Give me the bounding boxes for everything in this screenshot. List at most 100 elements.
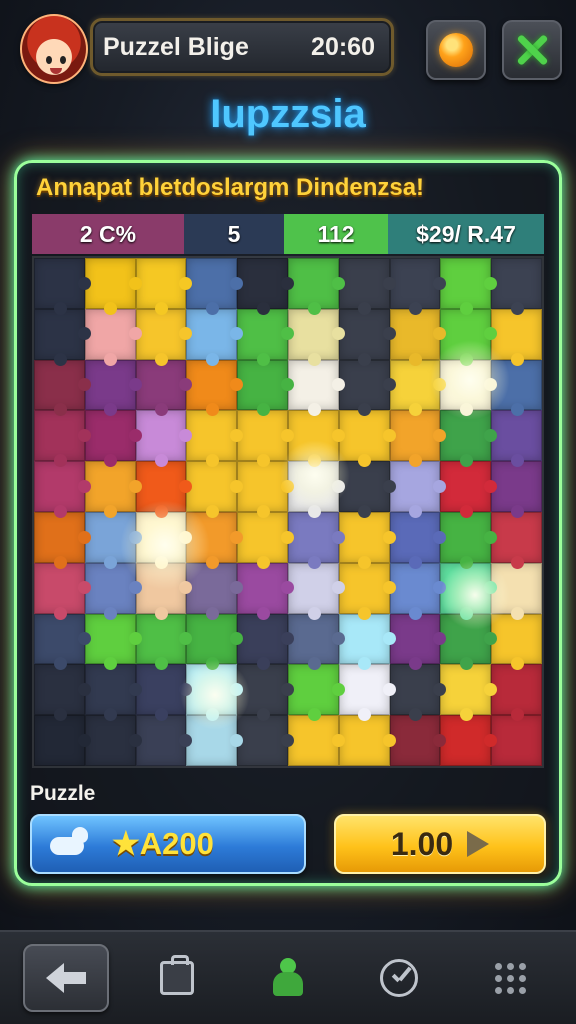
puzzle-piece[interactable]	[491, 562, 542, 620]
puzzle-piece[interactable]	[84, 664, 142, 721]
puzzle-piece[interactable]	[186, 359, 243, 417]
puzzle-piece[interactable]	[338, 664, 396, 721]
puzzle-piece[interactable]	[440, 511, 497, 569]
nav-back[interactable]	[22, 944, 109, 1012]
puzzle-piece[interactable]	[186, 258, 243, 315]
puzzle-piece[interactable]	[389, 359, 447, 417]
puzzle-piece[interactable]	[135, 664, 193, 721]
puzzle-piece[interactable]	[389, 410, 447, 467]
puzzle-piece[interactable]	[440, 410, 497, 467]
character-avatar[interactable]	[20, 14, 88, 84]
puzzle-piece[interactable]	[237, 461, 294, 518]
puzzle-piece[interactable]	[440, 613, 497, 671]
puzzle-piece[interactable]	[84, 258, 142, 315]
puzzle-piece[interactable]	[389, 461, 447, 518]
puzzle-piece[interactable]	[440, 562, 497, 620]
puzzle-piece[interactable]	[237, 258, 294, 315]
puzzle-piece[interactable]	[287, 613, 345, 671]
puzzle-piece[interactable]	[338, 715, 396, 766]
puzzle-piece[interactable]	[34, 715, 91, 766]
puzzle-piece[interactable]	[440, 715, 497, 766]
nav-menu[interactable]	[467, 944, 553, 1012]
puzzle-piece[interactable]	[338, 308, 396, 366]
puzzle-piece[interactable]	[135, 613, 193, 671]
puzzle-piece[interactable]	[135, 511, 193, 569]
puzzle-piece[interactable]	[186, 613, 243, 671]
puzzle-piece[interactable]	[491, 613, 542, 671]
puzzle-piece[interactable]	[34, 308, 91, 366]
puzzle-piece[interactable]	[338, 613, 396, 671]
puzzle-piece[interactable]	[389, 308, 447, 366]
puzzle-piece[interactable]	[135, 562, 193, 620]
puzzle-grid[interactable]	[32, 256, 544, 768]
puzzle-piece[interactable]	[287, 359, 345, 417]
puzzle-piece[interactable]	[440, 258, 497, 315]
puzzle-piece[interactable]	[186, 461, 243, 518]
puzzle-piece[interactable]	[287, 410, 345, 467]
puzzle-piece[interactable]	[135, 410, 193, 467]
puzzle-piece[interactable]	[338, 410, 396, 467]
puzzle-piece[interactable]	[84, 562, 142, 620]
puzzle-piece[interactable]	[135, 308, 193, 366]
puzzle-piece[interactable]	[491, 461, 542, 518]
puzzle-piece[interactable]	[338, 258, 396, 315]
puzzle-piece[interactable]	[491, 511, 542, 569]
puzzle-piece[interactable]	[135, 715, 193, 766]
gem-button[interactable]	[426, 20, 486, 80]
puzzle-piece[interactable]	[338, 562, 396, 620]
puzzle-piece[interactable]	[237, 664, 294, 721]
puzzle-piece[interactable]	[287, 715, 345, 766]
close-button[interactable]	[502, 20, 562, 80]
puzzle-piece[interactable]	[135, 359, 193, 417]
puzzle-piece[interactable]	[287, 562, 345, 620]
puzzle-piece[interactable]	[135, 258, 193, 315]
play-button[interactable]: 1.00	[334, 814, 546, 874]
reward-button[interactable]: ★A200	[30, 814, 306, 874]
nav-pawn[interactable]	[245, 944, 331, 1012]
puzzle-piece[interactable]	[84, 410, 142, 467]
puzzle-piece[interactable]	[135, 461, 193, 518]
puzzle-piece[interactable]	[440, 359, 497, 417]
puzzle-piece[interactable]	[34, 613, 91, 671]
puzzle-piece[interactable]	[440, 461, 497, 518]
puzzle-piece[interactable]	[491, 664, 542, 721]
puzzle-piece[interactable]	[186, 410, 243, 467]
puzzle-piece[interactable]	[84, 308, 142, 366]
nav-bag[interactable]	[134, 944, 220, 1012]
puzzle-piece[interactable]	[491, 258, 542, 315]
puzzle-piece[interactable]	[34, 562, 91, 620]
puzzle-piece[interactable]	[287, 511, 345, 569]
puzzle-piece[interactable]	[237, 715, 294, 766]
nav-clock[interactable]	[356, 944, 442, 1012]
puzzle-piece[interactable]	[491, 359, 542, 417]
puzzle-piece[interactable]	[34, 410, 91, 467]
puzzle-piece[interactable]	[84, 359, 142, 417]
puzzle-piece[interactable]	[338, 461, 396, 518]
puzzle-piece[interactable]	[440, 308, 497, 366]
puzzle-piece[interactable]	[84, 461, 142, 518]
puzzle-piece[interactable]	[491, 308, 542, 366]
puzzle-piece[interactable]	[237, 562, 294, 620]
puzzle-piece[interactable]	[287, 308, 345, 366]
puzzle-piece[interactable]	[34, 258, 91, 315]
puzzle-piece[interactable]	[491, 715, 542, 766]
puzzle-piece[interactable]	[491, 410, 542, 467]
puzzle-piece[interactable]	[186, 562, 243, 620]
puzzle-piece[interactable]	[338, 511, 396, 569]
puzzle-piece[interactable]	[287, 664, 345, 721]
puzzle-piece[interactable]	[186, 715, 243, 766]
puzzle-piece[interactable]	[389, 258, 447, 315]
puzzle-piece[interactable]	[237, 359, 294, 417]
puzzle-piece[interactable]	[287, 461, 345, 518]
puzzle-piece[interactable]	[440, 664, 497, 721]
puzzle-piece[interactable]	[34, 511, 91, 569]
puzzle-piece[interactable]	[84, 613, 142, 671]
puzzle-piece[interactable]	[237, 613, 294, 671]
puzzle-piece[interactable]	[34, 461, 91, 518]
puzzle-piece[interactable]	[389, 511, 447, 569]
puzzle-piece[interactable]	[186, 664, 243, 721]
puzzle-piece[interactable]	[287, 258, 345, 315]
puzzle-piece[interactable]	[389, 613, 447, 671]
puzzle-piece[interactable]	[237, 511, 294, 569]
puzzle-piece[interactable]	[389, 562, 447, 620]
